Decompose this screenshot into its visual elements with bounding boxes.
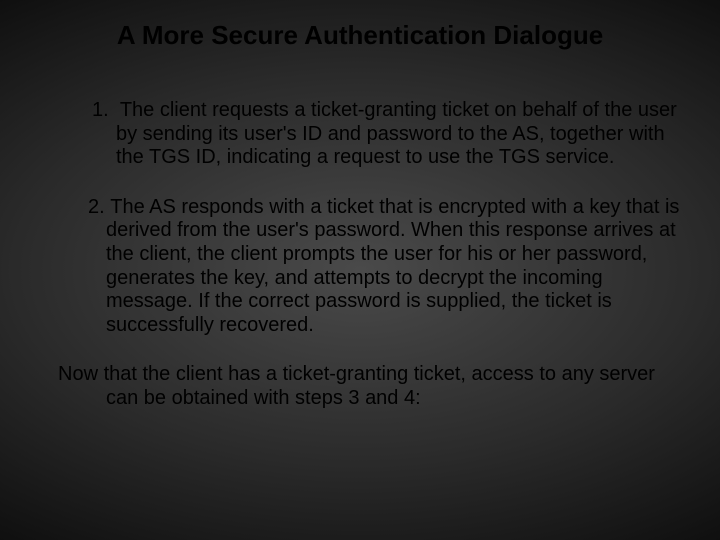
slide: A More Secure Authentication Dialogue 1.… xyxy=(0,0,720,540)
list-item: 1. The client requests a ticket-granting… xyxy=(40,99,680,170)
closing-text: Now that the client has a ticket-grantin… xyxy=(40,363,680,410)
slide-title: A More Secure Authentication Dialogue xyxy=(0,0,720,51)
list-item: 2. The AS responds with a ticket that is… xyxy=(40,196,680,338)
item-text: The AS responds with a ticket that is en… xyxy=(106,196,679,336)
item-number: 1. xyxy=(92,99,109,121)
slide-body: 1. The client requests a ticket-granting… xyxy=(0,51,720,411)
item-number: 2. xyxy=(88,196,105,218)
item-text: The client requests a ticket-granting ti… xyxy=(116,99,677,168)
